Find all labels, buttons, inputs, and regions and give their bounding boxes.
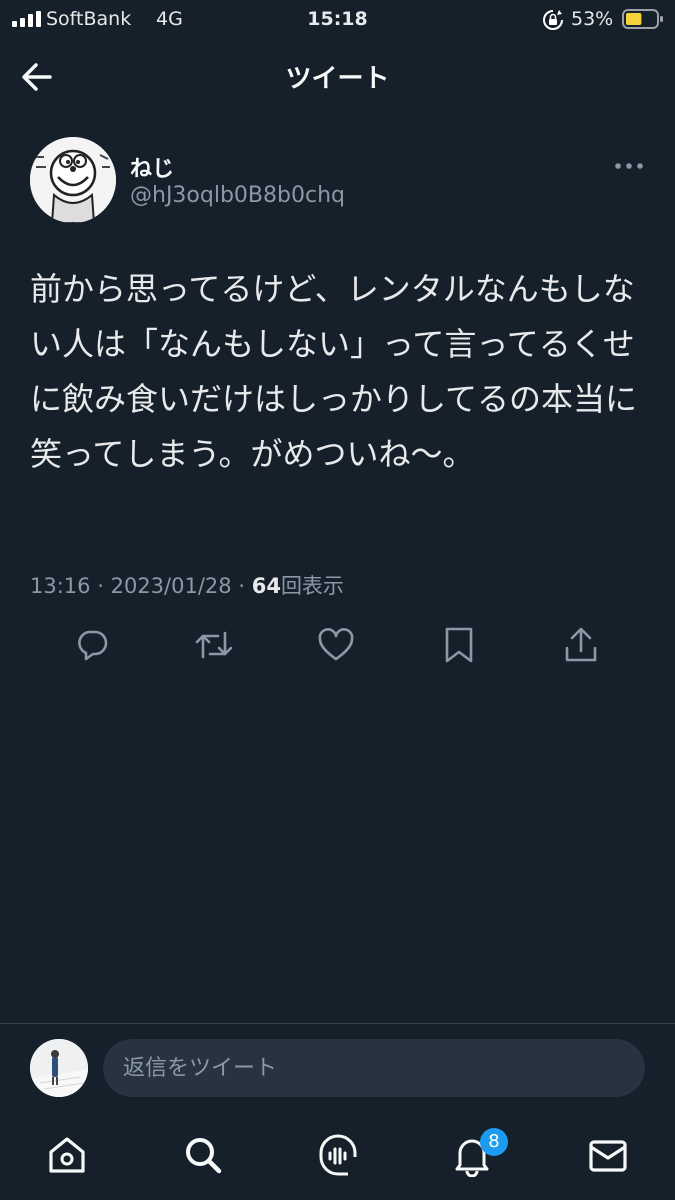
like-icon[interactable] (318, 628, 354, 662)
tweet-meta: 13:16 · 2023/01/28 · 64回表示 (30, 570, 344, 600)
search-icon[interactable] (183, 1135, 223, 1175)
share-icon[interactable] (563, 626, 599, 664)
author-avatar-image (30, 137, 116, 223)
meta-separator: · (238, 574, 246, 598)
tweet-text: 前から思ってるけど、レンタルなんもしない人は「なんもしない」って言ってるくせに飲… (30, 270, 638, 473)
user-avatar-image (30, 1039, 88, 1097)
header: ツイート (0, 40, 675, 112)
rotation-lock-icon (543, 10, 563, 30)
views-count[interactable]: 64 (252, 574, 281, 598)
views-label: 回表示 (280, 574, 344, 598)
bottom-nav (0, 1113, 675, 1200)
author-avatar[interactable] (30, 137, 116, 223)
tweet-time[interactable]: 13:16 (30, 574, 91, 598)
author-name[interactable]: ねじ (130, 151, 174, 183)
retweet-icon[interactable] (194, 627, 234, 663)
spaces-icon[interactable] (317, 1133, 359, 1177)
battery-percent: 53% (571, 8, 614, 30)
battery-fill (626, 13, 642, 25)
meta-separator: · (97, 574, 104, 598)
messages-icon[interactable] (588, 1139, 628, 1173)
user-avatar[interactable] (30, 1039, 88, 1097)
reply-bar (0, 1023, 675, 1114)
bookmark-icon[interactable] (443, 626, 475, 664)
tweet-date[interactable]: 2023/01/28 (111, 574, 232, 598)
reply-icon[interactable] (74, 627, 110, 663)
home-icon[interactable] (47, 1135, 87, 1175)
notifications-badge: 8 (480, 1128, 508, 1156)
battery-icon (622, 9, 663, 29)
status-bar: SoftBank 4G 15:18 53% (0, 0, 675, 40)
page-title: ツイート (285, 64, 390, 94)
reply-input[interactable] (103, 1039, 645, 1097)
author-handle[interactable]: @hJ3oqlb0B8b0chq (130, 183, 345, 208)
more-icon[interactable] (614, 158, 644, 174)
